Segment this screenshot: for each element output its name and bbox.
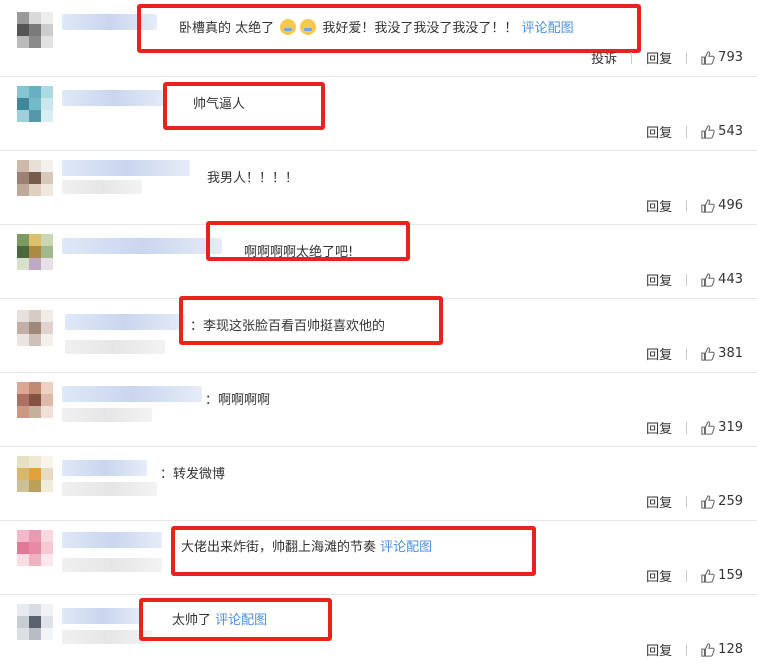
comment-text: ：啊啊啊啊 <box>205 393 271 408</box>
reply-button[interactable]: 回复 <box>646 48 672 67</box>
reply-button[interactable]: 回复 <box>646 196 672 215</box>
comment-actions: 回复 381 <box>646 344 743 363</box>
comment-actions: 回复 128 <box>646 640 743 659</box>
comment-actions: 回复 543 <box>646 122 743 141</box>
avatar[interactable] <box>17 86 53 122</box>
like-button[interactable]: 319 <box>701 420 743 435</box>
username-blurred <box>62 608 142 624</box>
reply-button[interactable]: 回复 <box>646 122 672 141</box>
highlight-box <box>206 221 410 261</box>
like-count: 443 <box>718 272 743 287</box>
report-button[interactable]: 投诉 <box>591 48 617 67</box>
username-blurred <box>62 90 167 106</box>
comment-row: 啊啊啊啊太绝了吧! 回复 443 <box>0 221 757 299</box>
thumbs-up-icon <box>701 494 715 509</box>
thumbs-up-icon <box>701 50 715 65</box>
username-blurred <box>62 238 222 254</box>
like-count: 159 <box>718 568 743 583</box>
username-blurred <box>62 160 190 176</box>
username-blurred <box>62 558 162 572</box>
comment-row: 我男人！！！！ 回复 496 <box>0 150 757 225</box>
username-blurred <box>65 314 185 330</box>
comment-actions: 回复 159 <box>646 566 743 585</box>
comment-row: ：啊啊啊啊 回复 319 <box>0 372 757 447</box>
avatar[interactable] <box>17 12 53 48</box>
avatar[interactable] <box>17 310 53 346</box>
like-button[interactable]: 443 <box>701 272 743 287</box>
username-blurred <box>62 482 157 496</box>
highlight-box <box>139 598 332 641</box>
avatar[interactable] <box>17 604 53 640</box>
avatar[interactable] <box>17 382 53 418</box>
like-count: 793 <box>718 50 743 65</box>
username-blurred <box>62 532 162 548</box>
reply-button[interactable]: 回复 <box>646 418 672 437</box>
comment-row: ：转发微博 回复 259 <box>0 446 757 521</box>
avatar[interactable] <box>17 160 53 196</box>
comment-actions: 回复 259 <box>646 492 743 511</box>
thumbs-up-icon <box>701 420 715 435</box>
highlight-box <box>171 526 536 576</box>
like-count: 128 <box>718 642 743 657</box>
avatar[interactable] <box>17 530 53 566</box>
username-blurred <box>62 180 142 194</box>
reply-button[interactable]: 回复 <box>646 492 672 511</box>
comment-actions: 回复 443 <box>646 270 743 289</box>
like-button[interactable]: 496 <box>701 198 743 213</box>
comment-row: 大佬出来炸街，帅翻上海滩的节奏 评论配图 回复 159 <box>0 520 757 595</box>
like-count: 543 <box>718 124 743 139</box>
thumbs-up-icon <box>701 346 715 361</box>
comment-row: 卧槽真的 太绝了 我好爱！我没了我没了我没了！！ 评论配图 投诉 回复 793 <box>0 0 757 77</box>
username-blurred <box>65 340 165 354</box>
highlight-box <box>163 82 325 130</box>
thumbs-up-icon <box>701 642 715 657</box>
thumbs-up-icon <box>701 272 715 287</box>
username-blurred <box>62 386 202 402</box>
comment-text: ：转发微博 <box>160 467 226 482</box>
thumbs-up-icon <box>701 124 715 139</box>
avatar[interactable] <box>17 234 53 270</box>
comment-actions: 回复 319 <box>646 418 743 437</box>
like-count: 259 <box>718 494 743 509</box>
reply-button[interactable]: 回复 <box>646 344 672 363</box>
highlight-box <box>137 4 641 53</box>
username-blurred <box>62 408 152 422</box>
highlight-box <box>179 296 443 345</box>
comment-row: 太帅了 评论配图 回复 128 <box>0 594 757 663</box>
reply-button[interactable]: 回复 <box>646 270 672 289</box>
like-button[interactable]: 793 <box>701 50 743 65</box>
comment-actions: 回复 496 <box>646 196 743 215</box>
like-button[interactable]: 543 <box>701 124 743 139</box>
like-count: 381 <box>718 346 743 361</box>
like-button[interactable]: 259 <box>701 494 743 509</box>
comment-row: 帅气逼人 回复 543 <box>0 76 757 151</box>
reply-button[interactable]: 回复 <box>646 566 672 585</box>
comment-actions: 投诉 回复 793 <box>591 48 743 67</box>
like-button[interactable]: 159 <box>701 568 743 583</box>
username-blurred <box>62 460 147 476</box>
comment-text: 我男人！！！！ <box>207 171 299 186</box>
like-count: 319 <box>718 420 743 435</box>
reply-button[interactable]: 回复 <box>646 640 672 659</box>
thumbs-up-icon <box>701 568 715 583</box>
like-button[interactable]: 381 <box>701 346 743 361</box>
like-button[interactable]: 128 <box>701 642 743 657</box>
comment-row: ：李现这张脸百看百帅挺喜欢他的 回复 381 <box>0 296 757 373</box>
thumbs-up-icon <box>701 198 715 213</box>
avatar[interactable] <box>17 456 53 492</box>
like-count: 496 <box>718 198 743 213</box>
